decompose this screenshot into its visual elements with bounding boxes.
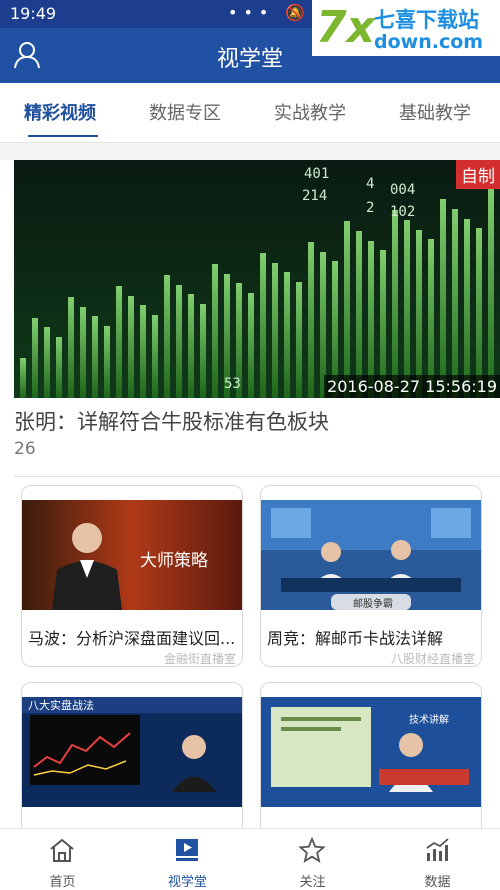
- thumbnail-bar: [44, 327, 50, 398]
- thumbnail-bar: [32, 318, 38, 398]
- thumbnail-bar: [128, 296, 134, 398]
- thumbnail-bar: [188, 294, 194, 398]
- thumbnail-bar: [452, 209, 458, 398]
- featured-video-title[interactable]: 张明：详解符合牛股标准有色板块: [14, 406, 329, 436]
- thumbnail-bar: [476, 228, 482, 398]
- list-divider: [14, 476, 500, 477]
- tab-basic-teaching[interactable]: 基础教学: [399, 99, 471, 125]
- chart-text-3: 214: [302, 188, 327, 204]
- nav-home[interactable]: 首页: [0, 829, 125, 890]
- chart-text-2: 4: [366, 176, 374, 192]
- chart-text-1: 401: [304, 166, 329, 182]
- card-banner-text: 技术讲解: [409, 713, 449, 726]
- video-card-title[interactable]: 马波：分析沪深盘面建议回...: [28, 625, 240, 649]
- thumbnail-bar: [92, 316, 98, 398]
- thumbnail-bar: [140, 305, 146, 398]
- thumbnail-bar: [272, 263, 278, 398]
- bar-chart-icon: [426, 838, 449, 861]
- card-banner-text: 大师策略: [140, 551, 208, 571]
- thumbnail-bar: [164, 275, 170, 398]
- star-icon: [298, 837, 326, 863]
- video-card[interactable]: 邮股争霸 周竞：解邮币卡战法详解 八股财经直播室: [260, 485, 482, 667]
- nav-data-label: 数据: [424, 875, 451, 890]
- nav-follow[interactable]: 关注: [250, 829, 375, 890]
- chart-text-5: 2: [366, 200, 374, 216]
- video-card-thumbnail[interactable]: 八大实盘战法: [22, 697, 242, 807]
- thumbnail-bar: [356, 231, 362, 398]
- tab-featured-videos[interactable]: 精彩视频: [24, 99, 96, 125]
- thumbnail-bar: [56, 337, 62, 398]
- watermark-seven: 7x: [316, 2, 375, 53]
- thumbnail-bar: [200, 304, 206, 398]
- tab-practical-teaching[interactable]: 实战教学: [274, 99, 346, 125]
- thumbnail-bar: [404, 220, 410, 398]
- thumbnail-bar: [116, 286, 122, 398]
- video-card-thumbnail[interactable]: 技术讲解: [261, 697, 481, 807]
- thumbnail-bar: [464, 219, 470, 398]
- video-card-title[interactable]: 周竞：解邮币卡战法详解: [267, 625, 479, 649]
- nav-video-school[interactable]: 视学堂: [125, 829, 250, 890]
- thumbnail-bar: [440, 199, 446, 398]
- chart-text-4: 004: [390, 182, 415, 198]
- video-card-source: 金融街直播室: [163, 652, 236, 666]
- thumbnail-bar: [248, 293, 254, 398]
- watermark-logo: 7x 七喜下载站 down.com: [312, 0, 500, 56]
- thumbnail-bar: [212, 264, 218, 398]
- video-card-thumbnail[interactable]: 邮股争霸: [261, 500, 481, 610]
- bottom-nav: 首页 视学堂 关注 数据: [0, 828, 500, 890]
- tab-data-zone[interactable]: 数据专区: [149, 99, 221, 125]
- thumbnail-bar: [152, 315, 158, 398]
- thumbnail-bar: [176, 285, 182, 398]
- thumbnail-bar: [20, 358, 26, 398]
- self-made-badge: 自制: [456, 160, 500, 189]
- thumbnail-bar: [344, 221, 350, 398]
- thumbnail-bar: [284, 272, 290, 398]
- video-play-icon: [176, 839, 198, 861]
- featured-video-thumbnail[interactable]: 401 4 214 004 2 102 53 自制 2016-08-27 15:…: [14, 160, 500, 398]
- card-banner-text: 邮股争霸: [353, 597, 393, 610]
- video-card[interactable]: 大师策略 马波：分析沪深盘面建议回... 金融街直播室: [21, 485, 243, 667]
- home-icon: [50, 838, 74, 862]
- thumbnail-bar: [392, 210, 398, 398]
- category-tabs: 精彩视频 数据专区 实战教学 基础教学: [0, 83, 500, 143]
- thumbnail-bar: [260, 253, 266, 398]
- watermark-name: 七喜下载站: [374, 8, 479, 32]
- status-time: 19:49: [10, 4, 57, 23]
- thumbnail-bar: [308, 242, 314, 398]
- thumbnail-bar: [296, 282, 302, 398]
- chart-text-7: 53: [224, 376, 241, 392]
- tab-active-indicator: [28, 135, 98, 137]
- thumbnail-bar: [416, 230, 422, 398]
- thumbnail-bar: [488, 188, 494, 398]
- video-card-thumbnail[interactable]: 大师策略: [22, 500, 242, 610]
- thumbnail-bar: [104, 326, 110, 398]
- nav-video-school-label: 视学堂: [167, 875, 207, 890]
- card-banner-text: 八大实盘战法: [28, 698, 94, 712]
- section-divider: [0, 143, 500, 160]
- video-card-source: 八股财经直播室: [390, 652, 475, 666]
- thumbnail-bar: [80, 307, 86, 398]
- chart-text-6: 102: [390, 204, 415, 220]
- nav-data[interactable]: 数据: [375, 829, 500, 890]
- video-timestamp: 2016-08-27 15:56:19: [324, 375, 500, 398]
- thumbnail-bar: [68, 297, 74, 398]
- watermark-url: down.com: [374, 31, 484, 53]
- view-count: 26: [14, 439, 36, 459]
- nav-home-label: 首页: [49, 875, 76, 890]
- nav-follow-label: 关注: [299, 875, 326, 890]
